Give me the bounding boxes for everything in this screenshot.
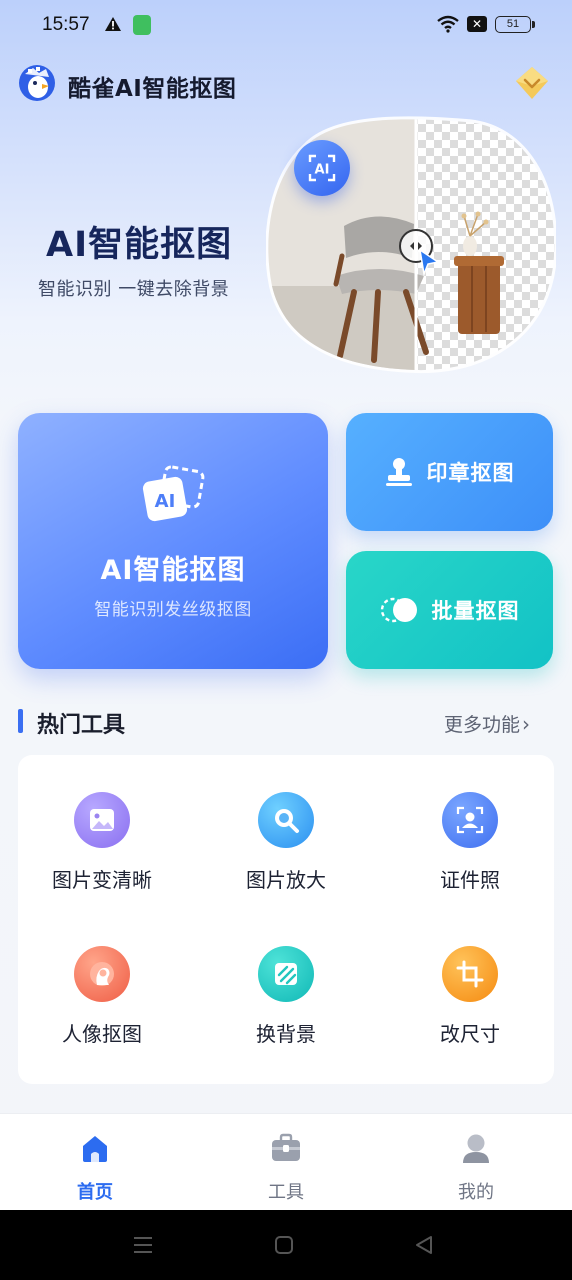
ai-card-title: AI智能抠图: [100, 555, 246, 586]
batch-card-content: 批量抠图: [346, 551, 553, 669]
battery-icon: 51: [495, 16, 535, 33]
home-button-icon[interactable]: [274, 1235, 294, 1255]
bottom-nav: 首页 工具 我的: [0, 1113, 572, 1210]
tool-id-photo[interactable]: 证件照: [390, 792, 550, 912]
tool-resize[interactable]: 改尺寸: [390, 946, 550, 1066]
magnifier-icon: [258, 792, 314, 848]
batch-toggle-icon: [380, 597, 417, 623]
vip-diamond-icon[interactable]: [513, 64, 551, 102]
tool-swap-background[interactable]: 换背景: [206, 946, 366, 1066]
app-logo-icon: [19, 65, 55, 101]
more-features-link[interactable]: 更多功能 ›: [444, 710, 530, 737]
tool-label: 换背景: [256, 1022, 316, 1046]
tool-label: 改尺寸: [440, 1022, 500, 1046]
status-time: 15:57: [42, 14, 90, 35]
ai-scan-icon: AI: [308, 154, 336, 182]
hero-badge-text: AI: [315, 163, 330, 178]
batch-card-label: 批量抠图: [431, 599, 520, 623]
home-icon: [83, 1136, 107, 1162]
toolbox-icon: [272, 1133, 300, 1161]
nav-profile[interactable]: 我的: [416, 1114, 536, 1210]
tool-label: 图片放大: [246, 868, 326, 892]
nav-tools[interactable]: 工具: [226, 1114, 346, 1210]
tool-image-enhance[interactable]: 图片变清晰: [22, 792, 182, 912]
notification-app-icon: [133, 15, 151, 35]
batch-cutout-card[interactable]: 批量抠图: [346, 551, 553, 669]
status-bar: 15:57 ✕ 51: [0, 0, 572, 52]
id-photo-icon: [442, 792, 498, 848]
hero-title: AI智能抠图: [46, 225, 233, 265]
ai-photo-icon: AI: [142, 465, 205, 522]
card-ai-icon-text: AI: [155, 491, 176, 512]
menu-icon[interactable]: [132, 1235, 154, 1255]
image-icon: [74, 792, 130, 848]
ai-cutout-card[interactable]: AI AI智能抠图 智能识别发丝级抠图: [18, 413, 328, 669]
hot-tools-title: 热门工具: [37, 713, 126, 738]
crop-icon: [442, 946, 498, 1002]
tool-label: 人像抠图: [62, 1022, 142, 1046]
nav-home[interactable]: 首页: [35, 1114, 155, 1210]
hot-tools-panel: 图片变清晰 图片放大 证件照 人像抠图 换背景 改尺寸: [18, 755, 554, 1084]
no-sim-icon: ✕: [467, 16, 487, 32]
warning-icon: [105, 17, 121, 31]
tool-label: 图片变清晰: [52, 868, 152, 892]
nav-profile-label: 我的: [458, 1182, 494, 1203]
tool-portrait-cutout[interactable]: 人像抠图: [22, 946, 182, 1066]
stamp-cutout-card[interactable]: 印章抠图: [346, 413, 553, 531]
app-title: 酷雀AI智能抠图: [68, 76, 237, 102]
swap-background-icon: [258, 946, 314, 1002]
wifi-icon: [437, 15, 459, 33]
more-features-label: 更多功能: [444, 714, 521, 736]
system-nav-bar: [0, 1210, 572, 1280]
hero-ai-badge: AI: [294, 140, 350, 196]
back-icon[interactable]: [414, 1235, 434, 1255]
stamp-card-content: 印章抠图: [346, 413, 553, 531]
stamp-icon: [385, 458, 412, 486]
profile-icon: [463, 1134, 489, 1163]
app-screen: 15:57 ✕ 51 酷雀AI智能抠图 AI智能抠图 智能识别 一键去除背景 A…: [0, 0, 572, 1210]
stamp-card-label: 印章抠图: [426, 461, 515, 485]
tool-image-upscale[interactable]: 图片放大: [206, 792, 366, 912]
hero-subtitle: 智能识别 一键去除背景: [38, 279, 230, 300]
ai-card-subtitle: 智能识别发丝级抠图: [94, 600, 252, 620]
portrait-icon: [74, 946, 130, 1002]
tool-label: 证件照: [440, 868, 500, 892]
nav-tools-label: 工具: [268, 1182, 304, 1203]
section-accent-bar: [18, 709, 23, 733]
nav-home-label: 首页: [77, 1182, 113, 1203]
chevron-right-icon: ›: [522, 712, 531, 736]
